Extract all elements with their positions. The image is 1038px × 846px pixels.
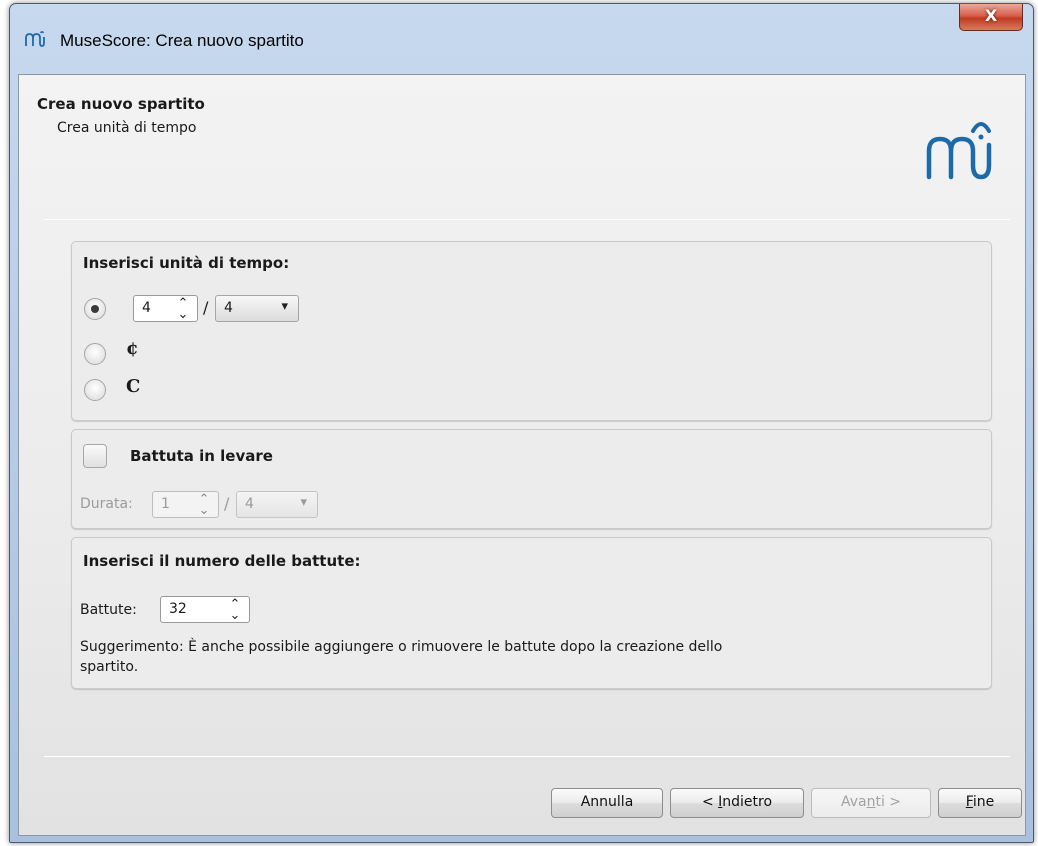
spin-arrows-icon[interactable]: ⌃ ⌄ bbox=[174, 297, 192, 321]
measures-title: Inserisci il numero delle battute: bbox=[83, 552, 361, 570]
pickup-checkbox[interactable] bbox=[83, 444, 107, 468]
next-prefix: Ava bbox=[840, 794, 867, 810]
time-signature-group: Inserisci unità di tempo: 4 ⌃ ⌄ / 4 ▾ ¢ C bbox=[71, 241, 992, 421]
measures-value: 32 bbox=[169, 601, 187, 617]
measures-label: Battute: bbox=[80, 602, 137, 618]
duration-slash: / bbox=[224, 494, 230, 513]
measures-group: Inserisci il numero delle battute: Battu… bbox=[71, 537, 992, 689]
chevron-down-icon: ▾ bbox=[300, 495, 307, 510]
header-separator bbox=[44, 219, 1010, 220]
duration-denominator-combo[interactable]: 4 ▾ bbox=[236, 491, 318, 518]
chevron-down-icon: ▾ bbox=[281, 299, 288, 314]
page-subtitle: Crea unità di tempo bbox=[57, 120, 197, 136]
finish-button[interactable]: Fine bbox=[938, 788, 1022, 818]
measures-spinbox[interactable]: 32 ⌃ ⌄ bbox=[160, 596, 250, 623]
cancel-button[interactable]: Annulla bbox=[551, 788, 663, 818]
next-button[interactable]: Avanti > bbox=[811, 788, 931, 818]
page-title: Crea nuovo spartito bbox=[37, 95, 205, 113]
duration-numerator-value: 1 bbox=[161, 496, 170, 512]
musescore-app-icon bbox=[25, 31, 45, 47]
pickup-label[interactable]: Battuta in levare bbox=[130, 447, 273, 465]
finish-mnemonic: F bbox=[965, 794, 973, 810]
title-bar[interactable]: MuseScore: Crea nuovo spartito X bbox=[10, 4, 1033, 74]
denominator-combo[interactable]: 4 ▾ bbox=[215, 295, 299, 322]
back-rest: ndietro bbox=[722, 794, 773, 810]
common-time-symbol: C bbox=[126, 376, 141, 397]
musescore-logo-icon bbox=[926, 122, 992, 180]
wizard-page: Crea nuovo spartito Crea unità di tempo … bbox=[18, 74, 1026, 836]
time-slash: / bbox=[203, 298, 209, 317]
next-rest: ti > bbox=[875, 794, 902, 810]
footer-separator bbox=[44, 756, 1010, 757]
common-time-radio[interactable] bbox=[84, 379, 106, 401]
cut-time-radio[interactable] bbox=[84, 343, 106, 365]
time-signature-title: Inserisci unità di tempo: bbox=[83, 254, 290, 272]
back-prefix: < bbox=[701, 794, 719, 810]
close-button[interactable]: X bbox=[959, 4, 1023, 31]
back-button[interactable]: < Indietro bbox=[670, 788, 804, 818]
dialog-window: MuseScore: Crea nuovo spartito X Crea nu… bbox=[9, 3, 1034, 843]
close-icon: X bbox=[984, 6, 998, 25]
cut-time-symbol: ¢ bbox=[126, 338, 139, 359]
numerator-value: 4 bbox=[142, 300, 151, 316]
pickup-group: Battuta in levare Durata: 1 ⌃ ⌄ / 4 ▾ bbox=[71, 429, 992, 529]
numeric-time-radio[interactable] bbox=[84, 298, 106, 320]
numerator-spinbox[interactable]: 4 ⌃ ⌄ bbox=[133, 295, 198, 322]
hint-text-line1: Suggerimento: È anche possibile aggiunge… bbox=[80, 639, 723, 655]
window-title: MuseScore: Crea nuovo spartito bbox=[60, 31, 304, 50]
finish-rest: ine bbox=[972, 794, 995, 810]
duration-numerator-spinbox[interactable]: 1 ⌃ ⌄ bbox=[152, 491, 219, 518]
denominator-value: 4 bbox=[224, 300, 233, 316]
duration-label: Durata: bbox=[80, 496, 133, 512]
spin-arrows-icon[interactable]: ⌃ ⌄ bbox=[195, 493, 213, 517]
hint-text-line2: spartito. bbox=[80, 659, 139, 675]
duration-denominator-value: 4 bbox=[245, 496, 254, 512]
cancel-button-label: Annulla bbox=[580, 794, 634, 810]
spin-arrows-icon[interactable]: ⌃ ⌄ bbox=[226, 598, 244, 622]
